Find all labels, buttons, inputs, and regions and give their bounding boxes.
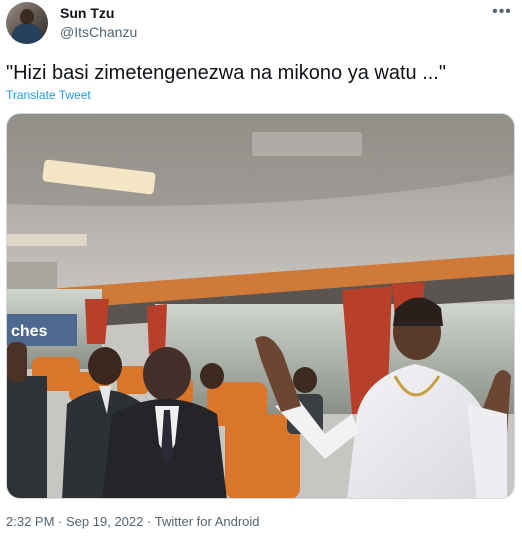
avatar[interactable] [6,2,48,44]
more-horizontal-icon: ••• [492,3,512,20]
tweet-metadata: 2:32 PM · Sep 19, 2022 · Twitter for And… [6,514,260,529]
shop-sign-text: ches [11,323,48,340]
passenger-head [88,347,122,385]
tweet-photo[interactable]: ches [6,113,515,499]
tweet-date[interactable]: Sep 19, 2022 [66,514,143,529]
passenger-head [143,347,191,401]
tweet-text: "Hizi basi zimetengenezwa na mikono ya w… [6,62,446,84]
bus-interior-photo: ches [7,114,514,498]
avatar-head [20,9,34,25]
curtain [147,304,167,354]
translate-tweet-link[interactable]: Translate Tweet [6,88,91,102]
tweet-source[interactable]: Twitter for Android [155,514,260,529]
author-name[interactable]: Sun Tzu [60,5,114,21]
meta-separator: · [58,514,63,529]
tweet-card: Sun Tzu @ItsChanzu ••• "Hizi basi zimete… [0,0,522,539]
curtain [85,299,109,344]
avatar-body [12,24,42,44]
meta-separator: · [147,514,152,529]
author-handle[interactable]: @ItsChanzu [60,24,137,40]
tweet-time[interactable]: 2:32 PM [6,514,54,529]
more-options-button[interactable]: ••• [490,2,514,22]
